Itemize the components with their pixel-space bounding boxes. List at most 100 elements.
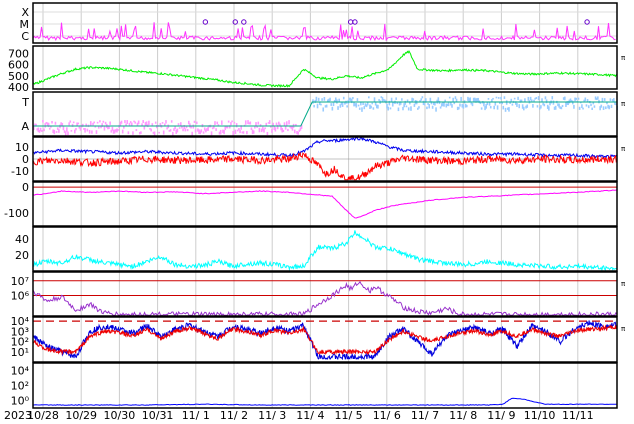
sector-point	[487, 97, 490, 100]
proton-tick: 10⁶	[11, 289, 30, 302]
sector-point	[435, 107, 437, 112]
panel-right-label: π	[621, 145, 626, 153]
sector-point	[578, 106, 581, 110]
x-tick-label: 11/ 8	[449, 409, 477, 422]
sector-point	[606, 102, 608, 105]
x-tick-label: 10/30	[104, 409, 136, 422]
sector-point	[610, 104, 613, 109]
dst-tick: -100	[4, 207, 29, 220]
sector-point	[338, 98, 340, 102]
sector-point	[151, 123, 154, 126]
sector-point	[459, 103, 461, 107]
sector-point	[252, 130, 255, 134]
proton-flux-line	[32, 280, 618, 317]
sector-point	[536, 105, 539, 108]
sector-point	[130, 122, 133, 126]
sector-point	[288, 120, 290, 125]
sector-point	[591, 107, 593, 111]
sector-point	[194, 129, 197, 133]
sector-tick-t: T	[21, 96, 29, 109]
sector-point	[373, 97, 376, 102]
sector-point	[454, 96, 457, 100]
sector-point	[510, 98, 513, 102]
sector-point	[496, 105, 499, 110]
sector-point	[355, 103, 358, 108]
sector-point	[62, 126, 65, 131]
sector-point	[608, 105, 611, 110]
sector-point	[537, 96, 540, 101]
sector-point	[79, 127, 82, 131]
sector-point	[492, 97, 494, 100]
dst-tick: 0	[22, 181, 29, 194]
sector-point	[405, 105, 408, 108]
sector-point	[137, 120, 140, 125]
panel-frame	[32, 362, 618, 409]
sector-point	[232, 130, 235, 136]
sector-point	[162, 130, 165, 135]
sector-point	[103, 126, 106, 131]
sector-point	[586, 99, 589, 102]
sector-point	[51, 121, 53, 124]
x-tick-label: 10/29	[65, 409, 97, 422]
sector-point	[192, 124, 195, 129]
chart-panels: XMC700600500400πTAπ100-10π0-100402010⁷10…	[4, 2, 626, 409]
sector-point	[249, 121, 252, 125]
sector-point	[272, 122, 274, 126]
sector-point	[471, 103, 474, 107]
sector-point	[58, 129, 60, 133]
sector-point	[154, 121, 157, 124]
sector-point	[178, 127, 181, 129]
sector-point	[126, 120, 129, 124]
sector-point	[61, 122, 64, 126]
sector-point	[363, 106, 366, 110]
sector-point	[200, 129, 203, 133]
sector-point	[587, 105, 590, 109]
sector-point	[150, 128, 152, 132]
sector-point	[320, 103, 322, 106]
solar-wind-speed-line	[32, 50, 618, 88]
space-weather-chart: XMC700600500400πTAπ100-10π0-100402010⁷10…	[4, 2, 626, 422]
neutron-tick: 10⁴	[11, 365, 30, 378]
sector-point	[571, 100, 574, 105]
sector-point	[268, 120, 271, 125]
sector-point	[564, 96, 566, 101]
sector-point	[342, 96, 345, 100]
sector-point	[573, 104, 575, 109]
sector-point	[169, 129, 172, 132]
sector-point	[513, 97, 516, 100]
sector-point	[233, 121, 236, 124]
sector-point	[70, 129, 73, 132]
sector-point	[466, 104, 468, 108]
sector-point	[439, 106, 442, 109]
sector-point	[216, 121, 219, 125]
sector-point	[88, 129, 91, 134]
sector-point	[127, 131, 130, 135]
panel-right-label: π	[621, 325, 626, 333]
sector-point	[164, 123, 166, 126]
sector-point	[605, 106, 607, 110]
sector-point	[575, 97, 578, 100]
sector-point	[372, 107, 375, 110]
neutron-tick: 10²	[11, 380, 29, 393]
index-line	[32, 230, 618, 272]
sector-point	[511, 103, 514, 106]
sector-point	[540, 105, 542, 109]
sector-point	[140, 131, 142, 134]
panel-right-label: π	[621, 54, 626, 62]
sector-point	[96, 121, 99, 124]
sector-point	[275, 122, 278, 126]
x-tick-label: 11/ 7	[411, 409, 439, 422]
sector-point	[584, 97, 587, 102]
neutron-tick: 10⁰	[11, 395, 30, 408]
flare-trace	[32, 22, 616, 42]
sector-point	[54, 121, 57, 125]
sector-point	[389, 107, 392, 110]
sector-point	[287, 128, 289, 132]
sector-point	[246, 131, 248, 135]
sector-point	[317, 97, 320, 102]
sector-point	[284, 126, 287, 130]
imf-bz-line	[32, 151, 618, 181]
x-tick-label: 10/31	[142, 409, 174, 422]
sector-point	[489, 106, 492, 109]
sector-point	[135, 129, 138, 132]
